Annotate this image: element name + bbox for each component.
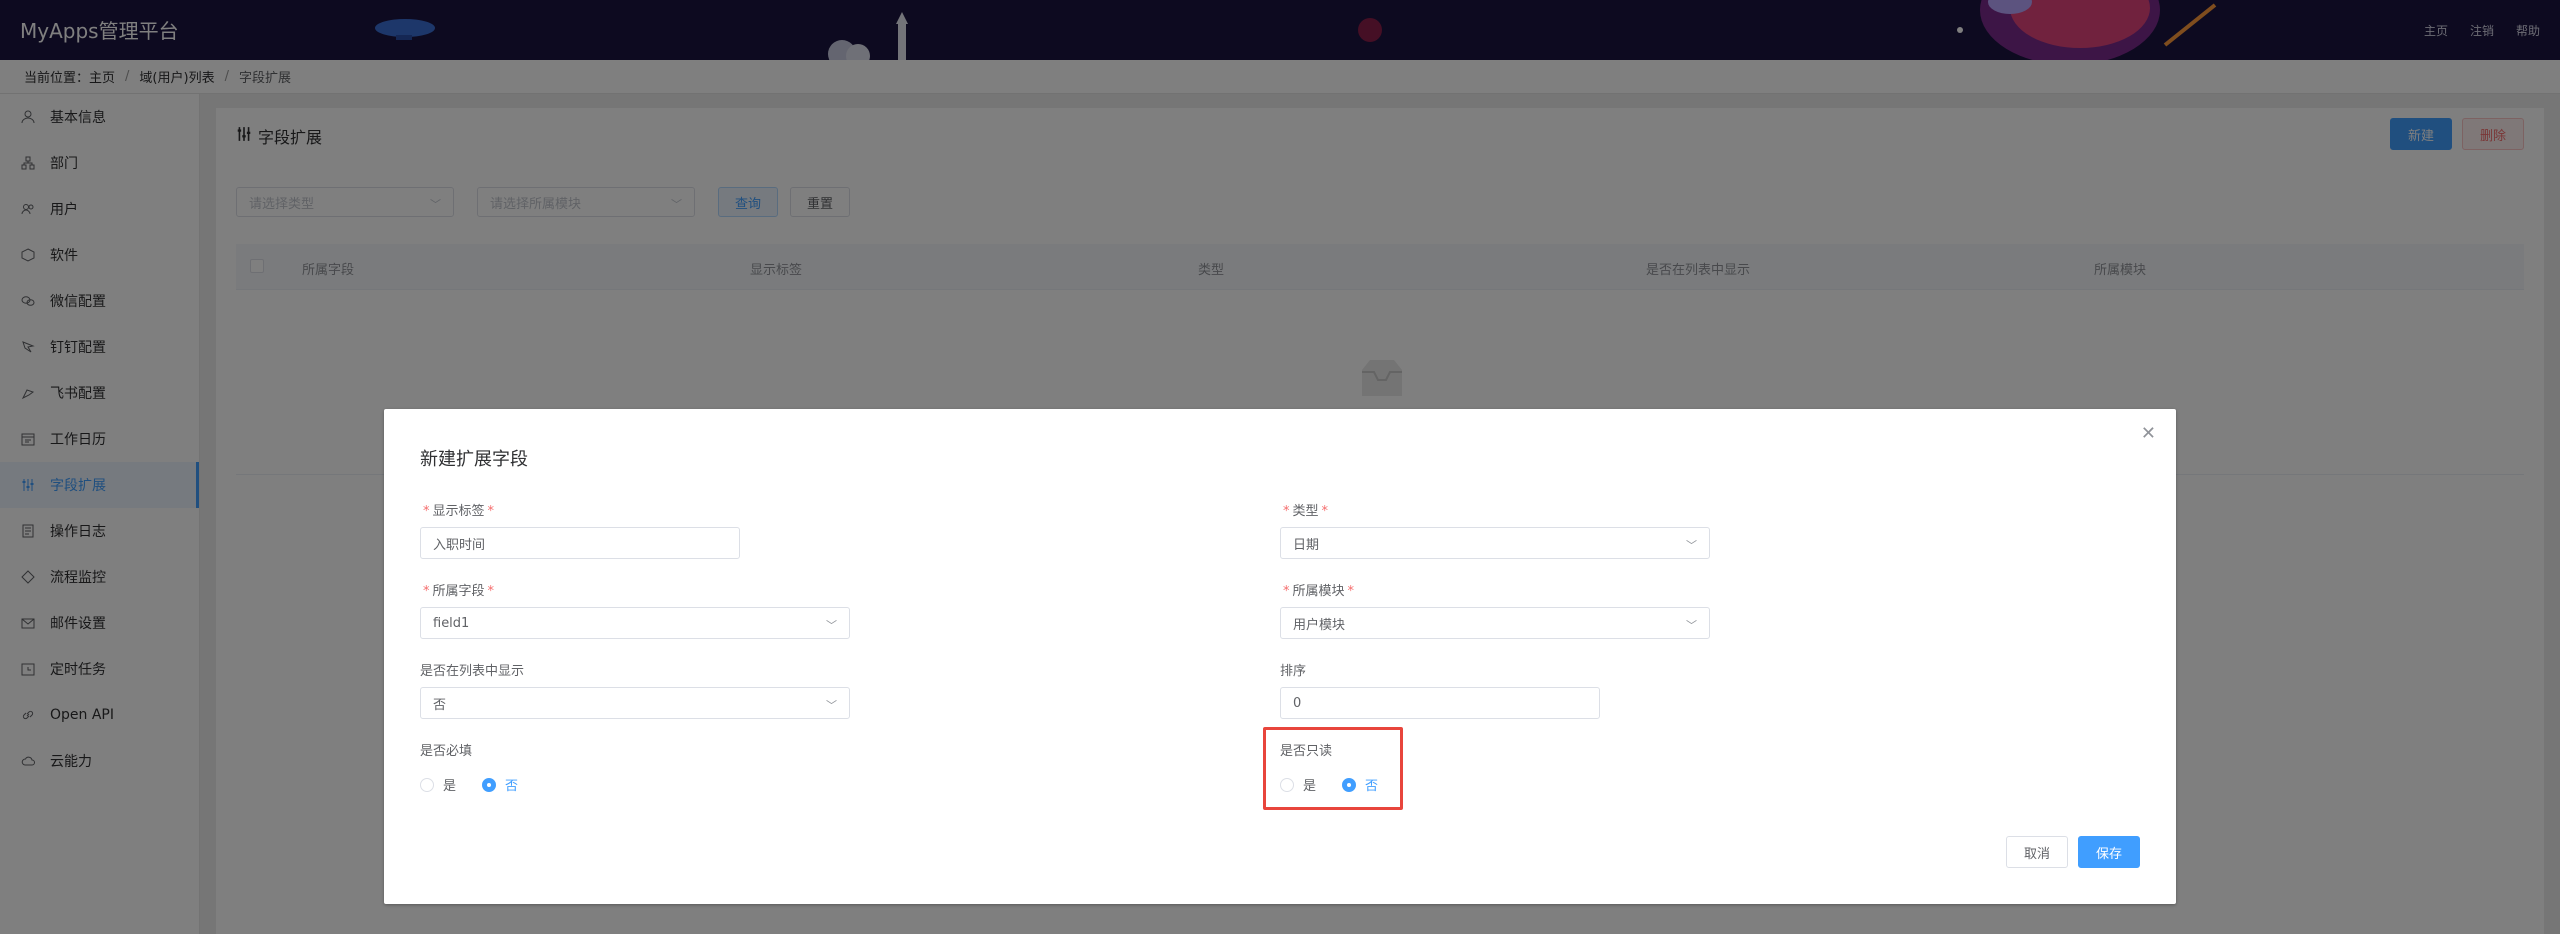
module-value: 用户模块 (1293, 617, 1346, 633)
chevron-down-icon: ﹀ (826, 699, 837, 712)
sort-label: 排序 (1280, 664, 1307, 679)
required-radio-no[interactable]: 否 (482, 775, 518, 794)
radio-circle (482, 777, 497, 792)
chevron-down-icon: ﹀ (826, 619, 837, 632)
highlight-box (1263, 727, 1403, 810)
show-in-list-label: 是否在列表中显示 (420, 664, 525, 679)
belong-field-value: field1 (433, 615, 470, 631)
required-label: 是否必填 (420, 744, 473, 759)
cancel-button[interactable]: 取消 (2006, 836, 2068, 868)
show-in-list-value: 否 (433, 697, 447, 713)
display-label-label: * 显示标签 * (423, 504, 495, 519)
display-label-value: 入职时间 (433, 537, 486, 553)
sort-input[interactable]: 0 (1280, 687, 1600, 719)
chevron-down-icon: ﹀ (1686, 539, 1697, 552)
save-button[interactable]: 保存 (2078, 836, 2140, 868)
module-select[interactable]: 用户模块 ﹀ (1280, 607, 1710, 639)
show-in-list-select[interactable]: 否 ﹀ (420, 687, 850, 719)
belong-field-label: * 所属字段 * (423, 584, 495, 599)
type-label: * 类型 * (1283, 504, 1329, 519)
required-radio-yes[interactable]: 是 (420, 775, 456, 794)
type-select[interactable]: 日期 ﹀ (1280, 527, 1710, 559)
type-value: 日期 (1293, 537, 1320, 553)
chevron-down-icon: ﹀ (1686, 619, 1697, 632)
display-label-input[interactable]: 入职时间 (420, 527, 740, 559)
belong-field-select[interactable]: field1 ﹀ (420, 607, 850, 639)
sort-value: 0 (1293, 695, 1302, 711)
required-radio-group: 是 否 (420, 775, 544, 794)
radio-circle (420, 777, 434, 792)
close-icon[interactable]: ✕ (2141, 423, 2156, 444)
dialog-title: 新建扩展字段 (420, 449, 528, 470)
module-label: * 所属模块 * (1283, 584, 1355, 599)
new-extension-field-dialog: 新建扩展字段 ✕ * 显示标签 * 入职时间 * 类型 * 日期 ﹀ * 所属字段 * fi… (384, 409, 2176, 904)
